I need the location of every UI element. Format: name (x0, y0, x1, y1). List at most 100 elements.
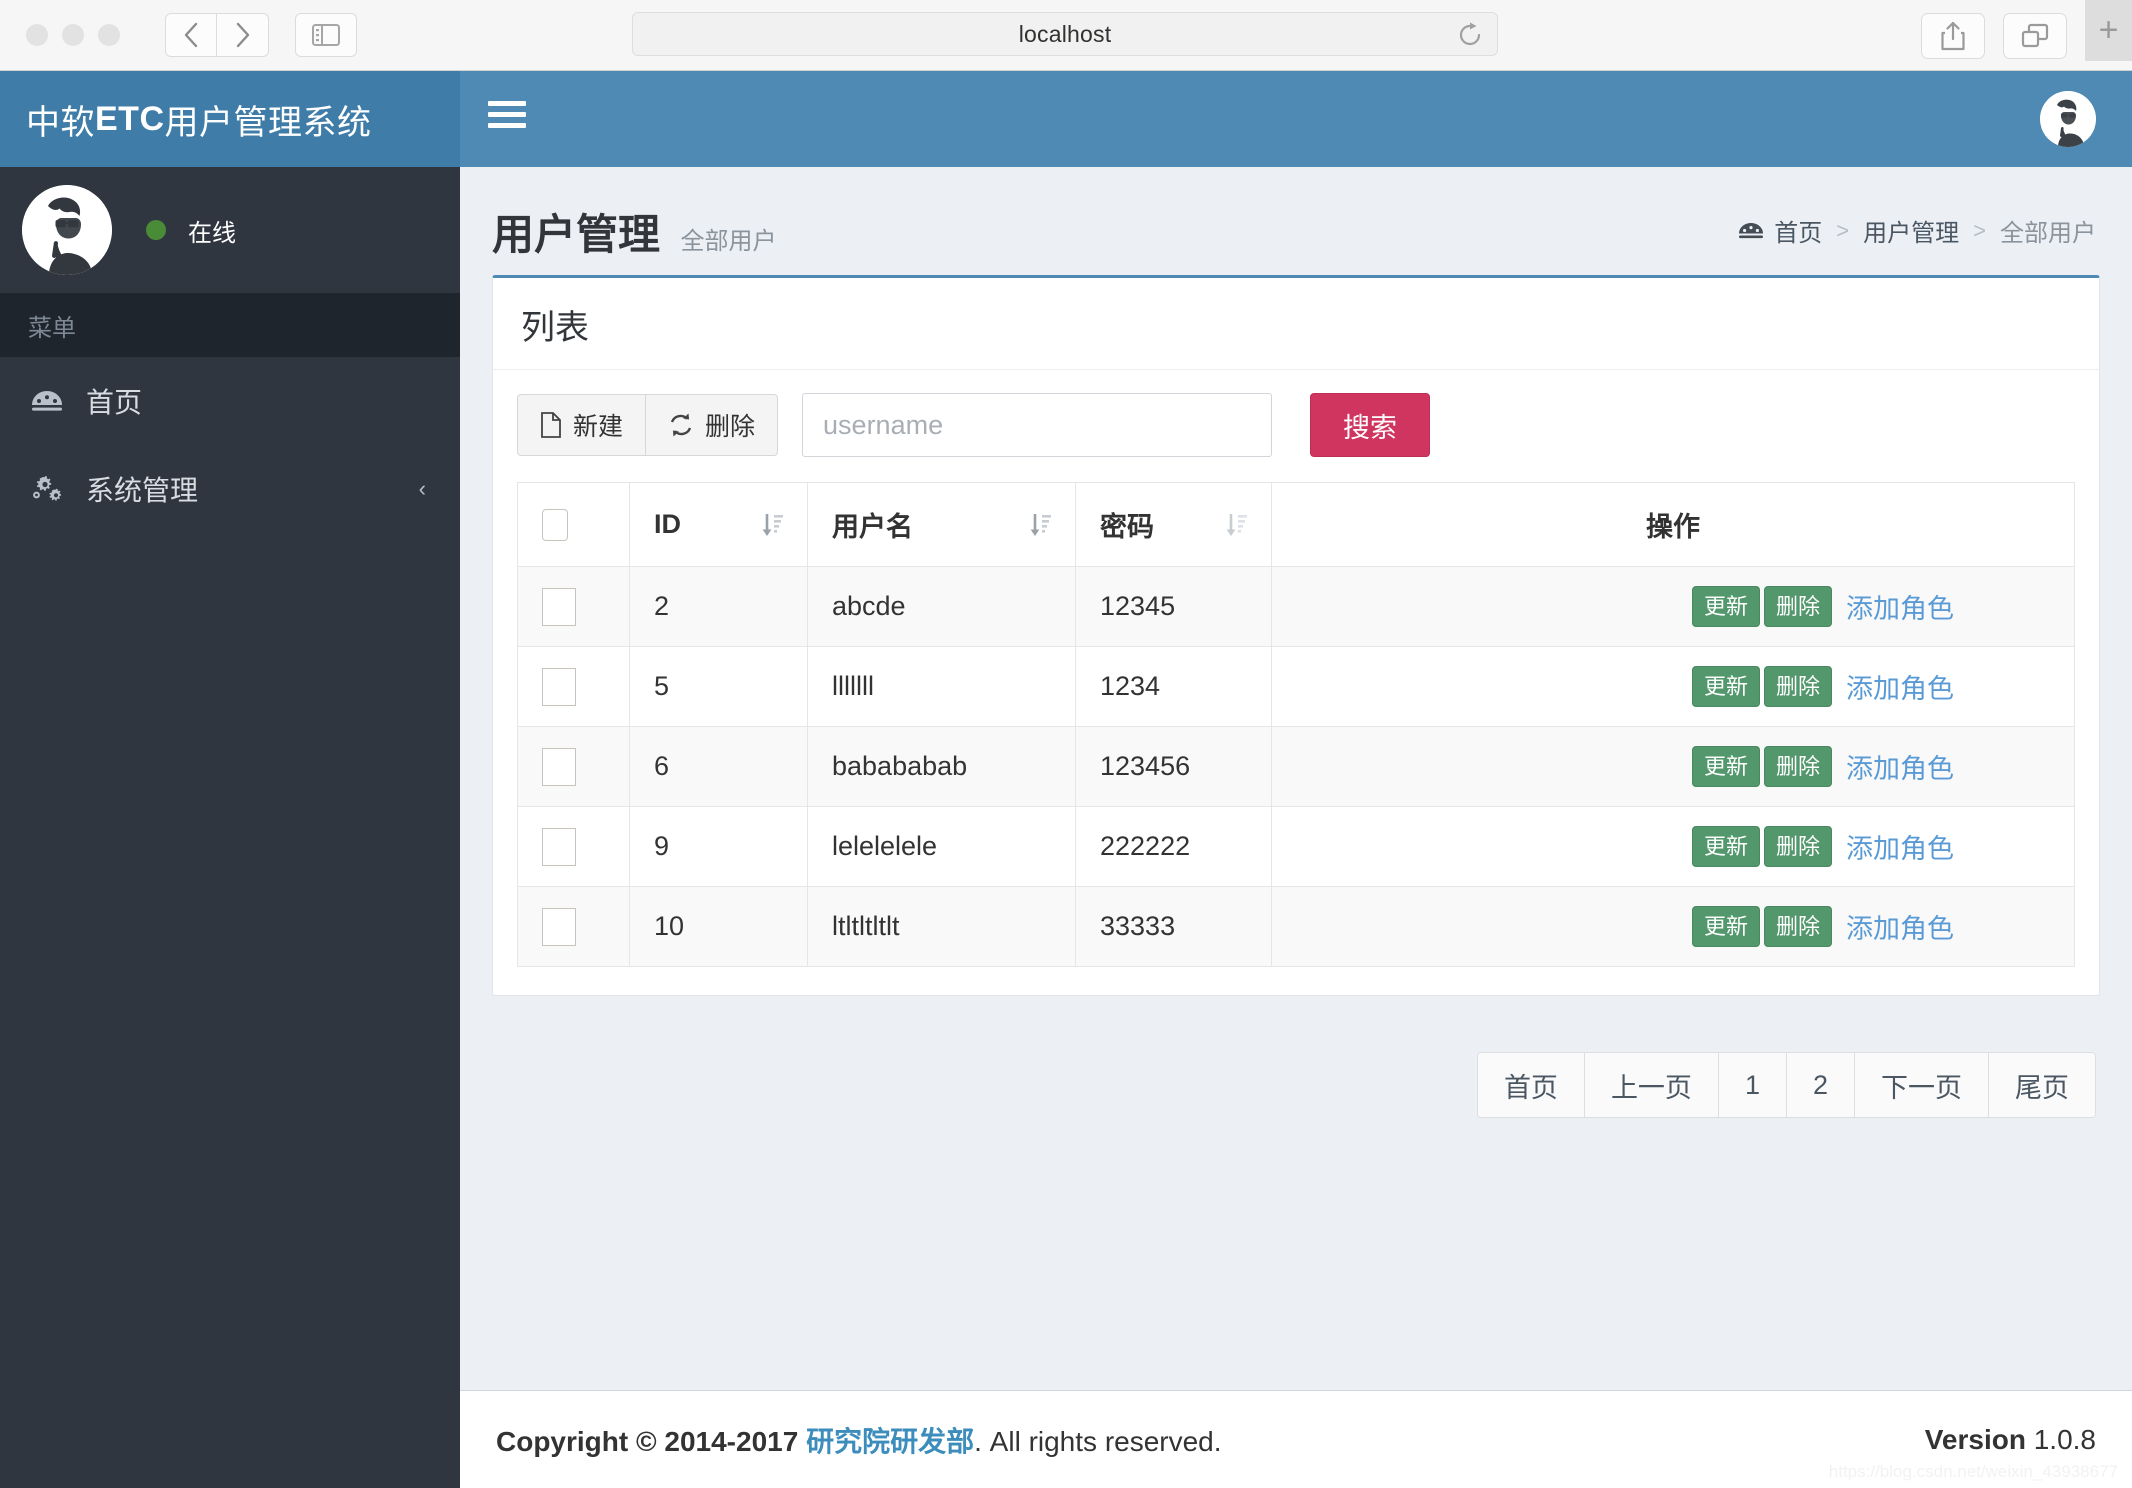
pagination: 首页 上一页 1 2 下一页 尾页 (1476, 1052, 2096, 1118)
panel-title: 列表 (521, 309, 589, 347)
breadcrumb-item-all-users: 全部用户 (2000, 220, 2096, 247)
footer-version: Version 1.0.8 (1925, 1424, 2096, 1456)
back-button[interactable] (165, 13, 217, 57)
brand-logo[interactable]: 中软 ETC 用户管理系统 (0, 71, 460, 167)
sidebar-toggle-button[interactable] (295, 13, 357, 57)
add-role-link[interactable]: 添加角色 (1846, 587, 1954, 626)
select-all-header (517, 482, 630, 567)
table-header-row: ID 用户名 密码 操作 (517, 482, 2075, 567)
pagination-item[interactable]: 首页 (1477, 1053, 1585, 1117)
sort-amount-desc-icon[interactable] (1029, 511, 1053, 539)
cell-username: lelelelele (807, 806, 1076, 887)
sidebar-item-system-management[interactable]: 系统管理 ‹ (0, 445, 460, 533)
update-button[interactable]: 更新 (1691, 745, 1760, 788)
footer-version-label: Version (1924, 1423, 2026, 1455)
cell-username: lllllll (807, 646, 1076, 727)
share-button[interactable] (1921, 12, 1985, 59)
breadcrumb-item-user-management[interactable]: 用户管理 (1863, 213, 1959, 248)
sort-amount-desc-icon[interactable] (761, 511, 785, 539)
breadcrumb-item-home[interactable]: 首页 (1774, 213, 1822, 248)
search-button[interactable]: 搜索 (1310, 393, 1431, 457)
row-checkbox[interactable] (542, 587, 576, 626)
pagination-item[interactable]: 2 (1786, 1053, 1855, 1117)
tab-overview-icon (2021, 23, 2049, 49)
avatar[interactable] (22, 185, 112, 275)
cell-username: babababab (807, 726, 1076, 807)
new-tab-button[interactable]: + (2085, 0, 2132, 61)
table-row: 6 babababab 123456 更新 删除 添加角色 (517, 726, 2075, 807)
page-title: 用户管理 (492, 211, 661, 258)
row-checkbox[interactable] (542, 907, 576, 946)
update-button[interactable]: 更新 (1691, 665, 1760, 708)
update-button[interactable]: 更新 (1691, 585, 1760, 628)
cell-operations: 更新 删除 添加角色 (1271, 566, 2075, 647)
plus-icon: + (2098, 10, 2119, 49)
row-checkbox[interactable] (542, 747, 576, 786)
close-window-button[interactable] (26, 24, 48, 46)
footer-copyright-text: Copyright © 2014-2017 (496, 1425, 799, 1457)
add-role-link[interactable]: 添加角色 (1846, 747, 1954, 786)
cell-operations: 更新 删除 添加角色 (1271, 726, 2075, 807)
cell-id: 5 (629, 646, 808, 727)
forward-button[interactable] (217, 13, 269, 57)
gears-icon (30, 474, 64, 504)
footer-dept-link[interactable]: 研究院研发部 (806, 1426, 974, 1457)
sidebar-item-home[interactable]: 首页 (0, 357, 460, 445)
sidebar-menu-header: 菜单 (0, 293, 460, 357)
column-header-label: 密码 (1100, 512, 1154, 542)
reload-icon[interactable] (1457, 22, 1483, 48)
pagination-item[interactable]: 1 (1718, 1053, 1787, 1117)
update-button[interactable]: 更新 (1691, 905, 1760, 948)
address-bar[interactable]: localhost (632, 12, 1498, 56)
add-role-link[interactable]: 添加角色 (1846, 667, 1954, 706)
cell-password: 33333 (1075, 886, 1272, 967)
row-select-cell (517, 726, 630, 807)
brand-prefix: 中软 (26, 103, 95, 142)
sidebar-toggle-icon (312, 24, 340, 46)
pagination-item[interactable]: 尾页 (1989, 1053, 2095, 1117)
row-delete-button[interactable]: 删除 (1763, 905, 1832, 948)
pagination-item[interactable]: 下一页 (1855, 1053, 1989, 1117)
row-delete-button[interactable]: 删除 (1763, 825, 1832, 868)
cell-username: ltltltltlt (807, 886, 1076, 967)
sidebar: 在线 菜单 首页 系统管理 ‹ (0, 167, 460, 1488)
tab-overview-button[interactable] (2003, 12, 2067, 59)
minimize-window-button[interactable] (62, 24, 84, 46)
footer-version-number: 1.0.8 (2033, 1423, 2096, 1455)
delete-button[interactable]: 删除 (646, 394, 779, 456)
row-delete-button[interactable]: 删除 (1763, 665, 1832, 708)
status-online-dot (146, 220, 166, 240)
maximize-window-button[interactable] (98, 24, 120, 46)
new-button[interactable]: 新建 (517, 394, 647, 456)
row-select-cell (517, 886, 630, 967)
table-row: 9 lelelelele 222222 更新 删除 添加角色 (517, 806, 2075, 887)
cell-password: 123456 (1075, 726, 1272, 807)
footer: Copyright © 2014-2017 研究院研发部. All rights… (460, 1390, 2132, 1488)
column-header-username[interactable]: 用户名 (807, 482, 1076, 567)
sort-amount-desc-icon[interactable] (1225, 511, 1249, 539)
watermark: https://blog.csdn.net/weixin_43938677 (1828, 1462, 2118, 1481)
delete-button-label: 删除 (705, 413, 756, 441)
update-button[interactable]: 更新 (1691, 825, 1760, 868)
navbar-user-avatar[interactable] (2040, 91, 2096, 147)
add-role-link[interactable]: 添加角色 (1846, 907, 1954, 946)
hamburger-bar (488, 101, 526, 106)
pagination-item[interactable]: 上一页 (1584, 1053, 1719, 1117)
add-role-link[interactable]: 添加角色 (1846, 827, 1954, 866)
cell-password: 12345 (1075, 566, 1272, 647)
application: 中软 ETC 用户管理系统 在线 菜单 首页 系统管理 ‹ 用户管理 全部用户 … (0, 71, 2132, 1488)
row-checkbox[interactable] (542, 827, 576, 866)
select-all-checkbox[interactable] (542, 508, 568, 541)
column-header-id[interactable]: ID (629, 482, 808, 567)
cell-id: 2 (629, 566, 808, 647)
breadcrumb-separator: > (1836, 217, 1850, 243)
column-header-password[interactable]: 密码 (1075, 482, 1272, 567)
row-delete-button[interactable]: 删除 (1763, 585, 1832, 628)
row-delete-button[interactable]: 删除 (1763, 745, 1832, 788)
column-header-label: 操作 (1646, 512, 1700, 542)
row-checkbox[interactable] (542, 667, 576, 706)
row-select-cell (517, 566, 630, 647)
users-table-body: 2 abcde 12345 更新 删除 添加角色 5 lllllll 1234 更新 删除 添加角色 6… (517, 566, 2075, 967)
search-input[interactable] (802, 393, 1273, 457)
hamburger-icon[interactable] (488, 101, 526, 134)
